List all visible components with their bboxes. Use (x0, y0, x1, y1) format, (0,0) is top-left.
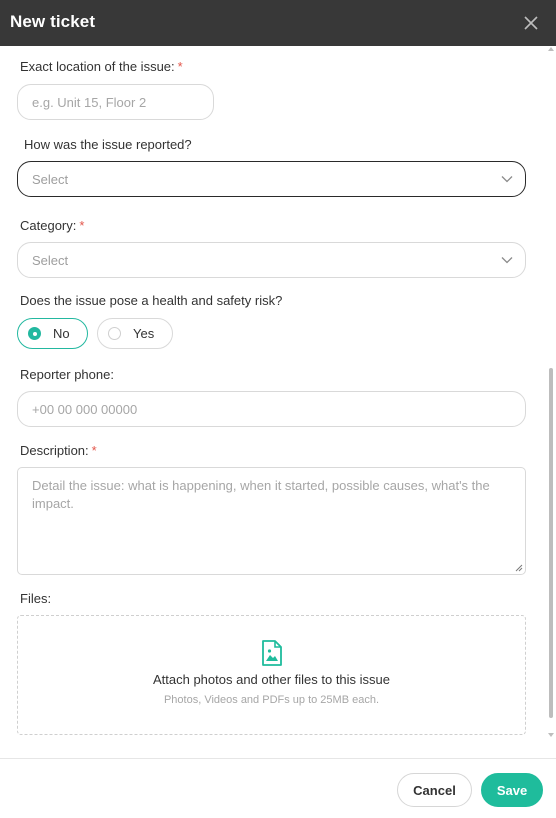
required-mark: * (79, 218, 85, 233)
scroll-up-icon[interactable] (547, 46, 555, 52)
save-button[interactable]: Save (481, 773, 543, 807)
cancel-button[interactable]: Cancel (397, 773, 472, 807)
dialog-header: New ticket (0, 0, 556, 46)
reported-select[interactable]: Select (17, 161, 526, 197)
dialog-title: New ticket (10, 12, 96, 31)
category-select-value: Select (32, 252, 69, 268)
scrollbar[interactable] (547, 46, 555, 740)
scroll-thumb[interactable] (549, 368, 553, 718)
health-radio-no[interactable]: No (17, 318, 88, 349)
dropzone-title: Attach photos and other files to this is… (152, 672, 391, 687)
close-icon[interactable] (522, 14, 540, 32)
required-mark: * (177, 59, 183, 74)
chevron-down-icon (501, 257, 513, 264)
radio-no-label: No (53, 326, 70, 341)
phone-placeholder: +00 00 000 00000 (32, 401, 138, 417)
reported-label: How was the issue reported? (24, 137, 192, 152)
dialog-footer: Cancel Save (0, 758, 556, 818)
phone-label: Reporter phone: (20, 367, 114, 382)
form-body: Exact location of the issue: * e.g. Unit … (0, 46, 556, 758)
category-select[interactable]: Select (17, 242, 526, 278)
resize-handle-icon[interactable] (515, 564, 523, 572)
dropzone-hint: Photos, Videos and PDFs up to 25MB each. (163, 694, 380, 706)
location-placeholder: e.g. Unit 15, Floor 2 (32, 94, 147, 110)
file-dropzone[interactable]: Attach photos and other files to this is… (17, 615, 526, 735)
radio-yes-label: Yes (133, 326, 155, 341)
phone-input[interactable]: +00 00 000 00000 (17, 391, 526, 427)
category-label: Category: * (20, 218, 85, 233)
location-input[interactable]: e.g. Unit 15, Floor 2 (17, 84, 214, 120)
files-label: Files: (20, 591, 52, 606)
description-textarea[interactable]: Detail the issue: what is happening, whe… (17, 467, 526, 575)
required-mark: * (91, 443, 97, 458)
health-radio-yes[interactable]: Yes (97, 318, 173, 349)
description-label: Description: * (20, 443, 97, 458)
location-label: Exact location of the issue: * (20, 59, 183, 74)
description-placeholder: Detail the issue: what is happening, whe… (32, 478, 490, 511)
reported-select-value: Select (32, 171, 69, 187)
radio-checked-icon (28, 327, 41, 340)
health-label: Does the issue pose a health and safety … (20, 293, 283, 308)
radio-unchecked-icon (108, 327, 121, 340)
scroll-down-icon[interactable] (547, 732, 555, 738)
image-file-icon (262, 640, 282, 666)
chevron-down-icon (501, 176, 513, 183)
